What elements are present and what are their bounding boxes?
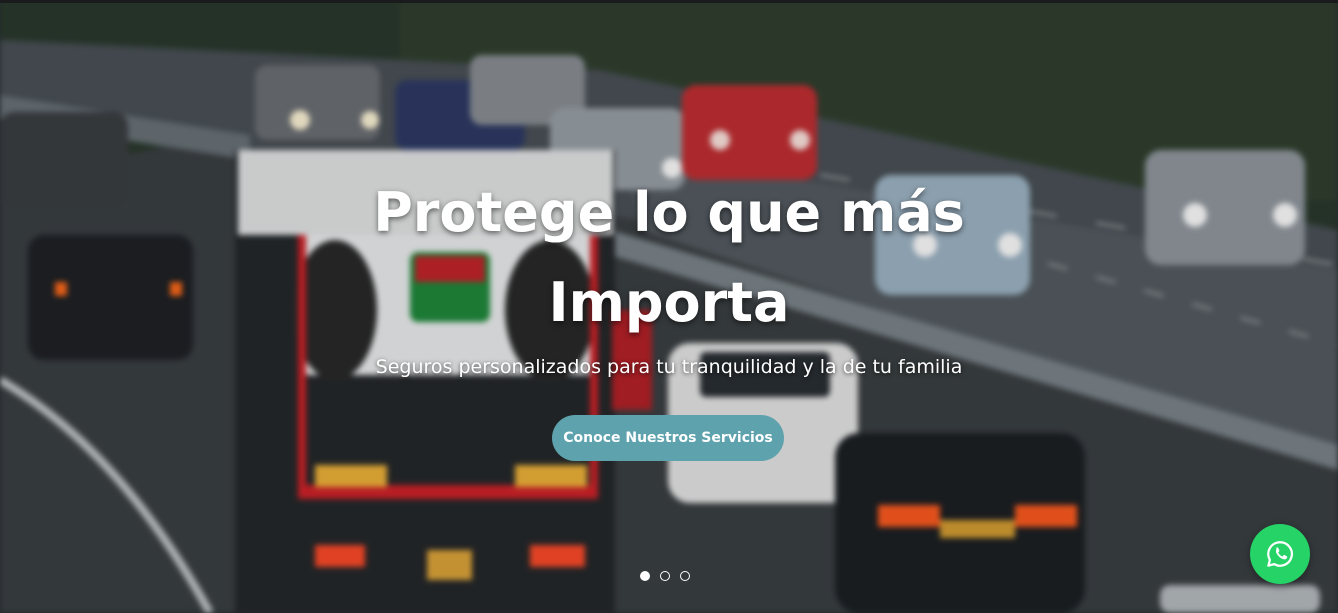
whatsapp-icon bbox=[1267, 541, 1294, 567]
carousel-dot-3[interactable] bbox=[680, 571, 690, 581]
whatsapp-button[interactable] bbox=[1250, 524, 1310, 584]
services-cta-button[interactable]: Conoce Nuestros Servicios bbox=[552, 415, 784, 461]
hero-subtitle: Seguros personalizados para tu tranquili… bbox=[375, 356, 963, 378]
hero-title: Protege lo que más Importa bbox=[373, 181, 965, 334]
carousel-dot-2[interactable] bbox=[660, 571, 670, 581]
carousel-indicators bbox=[640, 571, 690, 581]
carousel-dot-1[interactable] bbox=[640, 571, 650, 581]
hero-banner: Protege lo que más Importa Seguros perso… bbox=[0, 0, 1338, 613]
